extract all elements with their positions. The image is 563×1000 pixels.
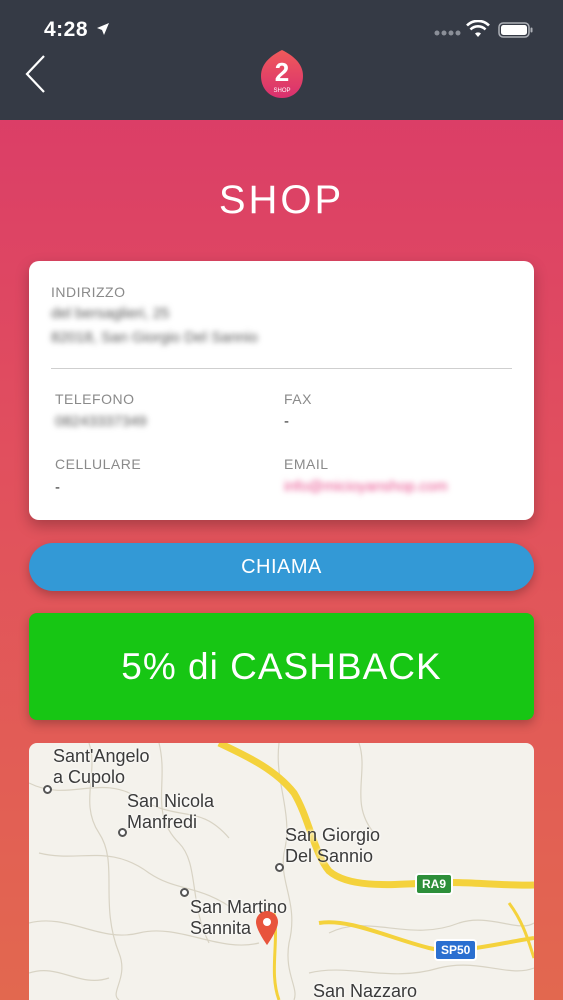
place-label[interactable]: San Giorgio Del Sannio xyxy=(285,825,380,867)
place-label[interactable]: San Nicola Manfredi xyxy=(127,791,214,833)
battery-icon xyxy=(498,22,533,38)
email-label: EMAIL xyxy=(284,456,329,472)
cashback-banner: 5% di CASHBACK xyxy=(29,613,534,720)
place-label[interactable]: San Nazzaro xyxy=(313,981,417,1000)
status-time: 4:28 xyxy=(44,18,89,41)
phone-value[interactable]: 08243337349 xyxy=(55,413,147,430)
card-divider xyxy=(51,368,512,369)
place-dot xyxy=(275,863,284,872)
road-badge-ra9: RA9 xyxy=(415,873,454,895)
address-line-2: 82018, San Giorgio Del Sannio xyxy=(51,329,258,346)
top-bar: 4:28 2 SHOP xyxy=(0,0,563,120)
address-label: INDIRIZZO xyxy=(51,284,126,300)
wifi-icon xyxy=(466,20,490,37)
place-label[interactable]: Sant'Angelo a Cupolo xyxy=(53,746,150,788)
location-arrow-icon xyxy=(97,23,109,35)
email-value[interactable]: info@micioyanshop.com xyxy=(284,478,448,495)
map-pin-icon[interactable] xyxy=(254,910,280,946)
place-dot xyxy=(180,888,189,897)
shop-logo: 2 SHOP xyxy=(261,50,303,98)
signal-icon xyxy=(434,30,461,36)
place-dot xyxy=(118,828,127,837)
fax-value: - xyxy=(284,413,289,430)
shop-info-card: INDIRIZZO del bersaglieri, 25 82018, San… xyxy=(29,261,534,520)
mobile-value: - xyxy=(55,479,60,496)
place-dot xyxy=(43,785,52,794)
page-title: SHOP xyxy=(218,178,345,222)
back-chevron-icon[interactable] xyxy=(24,54,46,94)
logo-text: SHOP xyxy=(273,88,290,94)
call-button[interactable]: CHIAMA xyxy=(29,543,534,591)
mobile-label: CELLULARE xyxy=(55,456,142,472)
phone-label: TELEFONO xyxy=(55,391,135,407)
logo-number: 2 xyxy=(275,57,289,87)
fax-label: FAX xyxy=(284,391,312,407)
shop-map[interactable]: Sant'Angelo a Cupolo San Nicola Manfredi S… xyxy=(29,743,534,1000)
road-badge-sp50: SP50 xyxy=(434,939,478,961)
address-line-1: del bersaglieri, 25 xyxy=(51,305,170,322)
